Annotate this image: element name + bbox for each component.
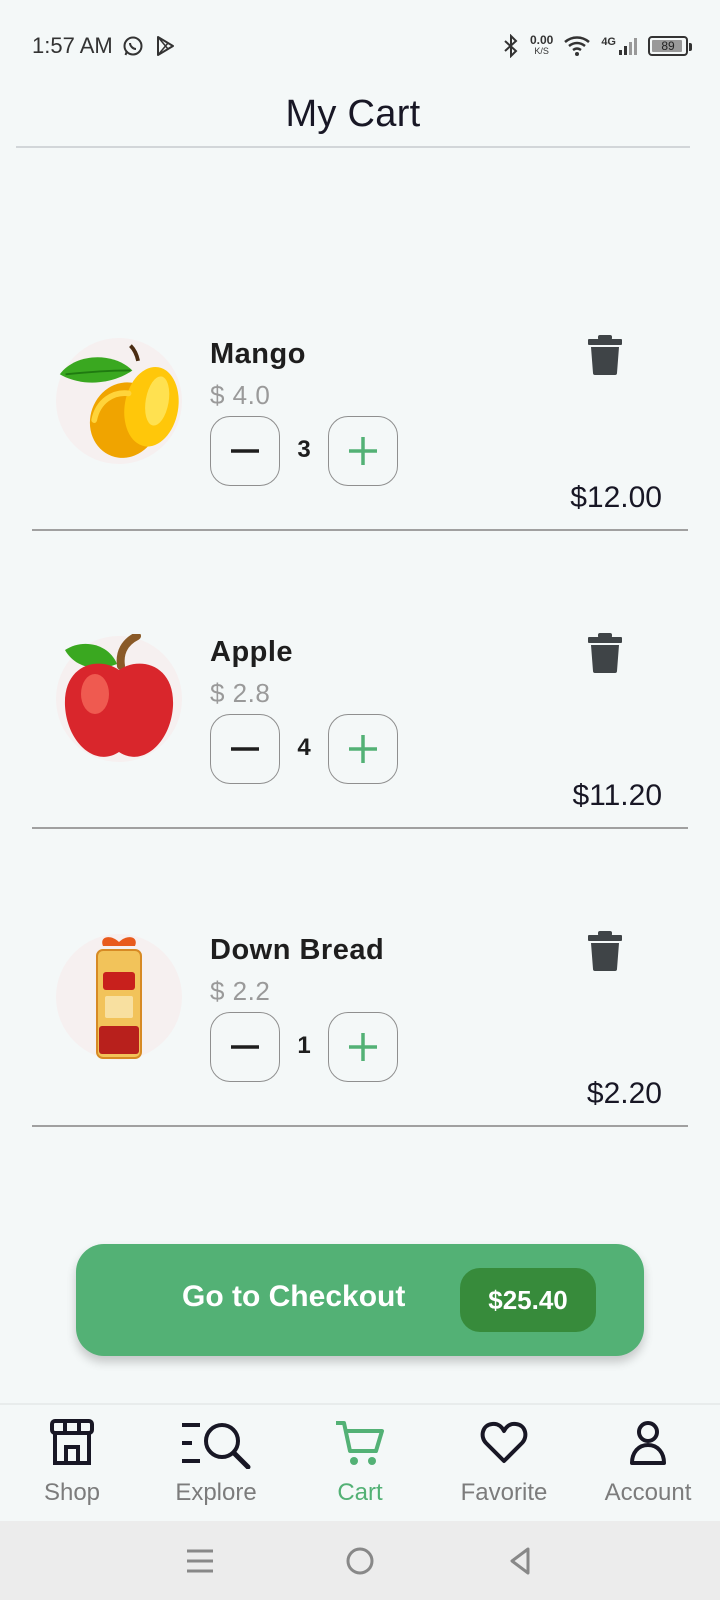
page-title: My Cart bbox=[285, 92, 421, 135]
heart-icon bbox=[480, 1421, 528, 1463]
increase-quantity-button[interactable] bbox=[328, 416, 398, 486]
cart-item-mango: Mango $ 4.0 3 $12.00 bbox=[32, 233, 688, 531]
item-name: Mango bbox=[210, 338, 306, 370]
delete-icon[interactable] bbox=[586, 931, 624, 971]
nav-item-favorite[interactable]: Favorite bbox=[432, 1405, 576, 1521]
net-speed: 0.00 K/S bbox=[529, 33, 554, 57]
bread-image bbox=[56, 934, 182, 1060]
nav-item-explore[interactable]: Explore bbox=[144, 1405, 288, 1521]
back-icon[interactable] bbox=[503, 1544, 537, 1578]
signal-icon bbox=[619, 38, 637, 55]
status-bar: 1:57 AM 0.00 K/S 4G 89 bbox=[0, 0, 720, 92]
item-total: $12.00 bbox=[570, 481, 662, 514]
cart-item-apple: Apple $ 2.8 4 $11.20 bbox=[32, 531, 688, 829]
quantity-value: 3 bbox=[297, 436, 311, 463]
plus-icon bbox=[349, 735, 377, 763]
nav-label: Shop bbox=[43, 1479, 101, 1506]
increase-quantity-button[interactable] bbox=[328, 1012, 398, 1082]
explore-icon bbox=[182, 1423, 251, 1469]
apple-image bbox=[56, 634, 182, 762]
battery-icon: 89 bbox=[648, 36, 692, 56]
delete-icon[interactable] bbox=[586, 335, 624, 375]
quantity-value: 4 bbox=[297, 734, 311, 761]
item-unit-price: $ 4.0 bbox=[210, 380, 271, 410]
home-icon[interactable] bbox=[343, 1544, 377, 1578]
bluetooth-icon bbox=[504, 34, 518, 58]
mango-image bbox=[56, 338, 182, 464]
whatsapp-icon bbox=[123, 36, 143, 56]
increase-quantity-button[interactable] bbox=[328, 714, 398, 784]
store-icon bbox=[50, 1419, 94, 1465]
decrease-quantity-button[interactable] bbox=[210, 714, 280, 784]
net-speed-unit: K/S bbox=[534, 46, 549, 56]
nav-label: Favorite bbox=[460, 1479, 548, 1506]
plus-icon bbox=[349, 1033, 377, 1061]
decrease-quantity-button[interactable] bbox=[210, 416, 280, 486]
item-total: $2.20 bbox=[586, 1077, 662, 1110]
item-unit-price: $ 2.2 bbox=[210, 976, 271, 1006]
account-icon bbox=[630, 1421, 666, 1465]
signal-type: 4G bbox=[601, 36, 616, 48]
nav-label: Cart bbox=[337, 1479, 383, 1506]
cart-item-down-bread: Down Bread $ 2.2 1 $2.20 bbox=[32, 829, 688, 1127]
plus-icon bbox=[349, 437, 377, 465]
nav-item-cart[interactable]: Cart bbox=[288, 1405, 432, 1521]
battery-level: 89 bbox=[661, 39, 675, 53]
cart-icon bbox=[336, 1421, 384, 1465]
quantity-value: 1 bbox=[297, 1032, 311, 1059]
item-name: Apple bbox=[210, 636, 294, 668]
header: My Cart bbox=[16, 82, 690, 148]
status-time: 1:57 AM bbox=[32, 33, 113, 58]
checkout-button[interactable]: Go to Checkout $25.40 bbox=[76, 1244, 644, 1356]
minus-icon bbox=[231, 747, 259, 751]
decrease-quantity-button[interactable] bbox=[210, 1012, 280, 1082]
system-nav-bar bbox=[0, 1521, 720, 1600]
wifi-icon bbox=[564, 36, 591, 56]
status-left: 1:57 AM bbox=[32, 33, 177, 59]
item-total: $11.20 bbox=[572, 779, 662, 812]
nav-item-account[interactable]: Account bbox=[576, 1405, 720, 1521]
nav-label: Account bbox=[604, 1479, 692, 1506]
item-name: Down Bread bbox=[210, 934, 385, 966]
delete-icon[interactable] bbox=[586, 633, 624, 673]
checkout-label: Go to Checkout bbox=[182, 1280, 406, 1313]
status-right: 0.00 K/S 4G 89 bbox=[502, 33, 692, 58]
net-speed-value: 0.00 bbox=[529, 33, 554, 47]
item-unit-price: $ 2.8 bbox=[210, 678, 271, 708]
play-store-icon bbox=[156, 36, 174, 56]
menu-icon[interactable] bbox=[183, 1544, 217, 1578]
bottom-nav: Shop Explore Cart Favorite Account bbox=[0, 1403, 720, 1521]
nav-item-shop[interactable]: Shop bbox=[0, 1405, 144, 1521]
minus-icon bbox=[231, 1045, 259, 1049]
minus-icon bbox=[231, 449, 259, 453]
checkout-total-badge: $25.40 bbox=[460, 1268, 596, 1332]
nav-label: Explore bbox=[175, 1479, 257, 1506]
